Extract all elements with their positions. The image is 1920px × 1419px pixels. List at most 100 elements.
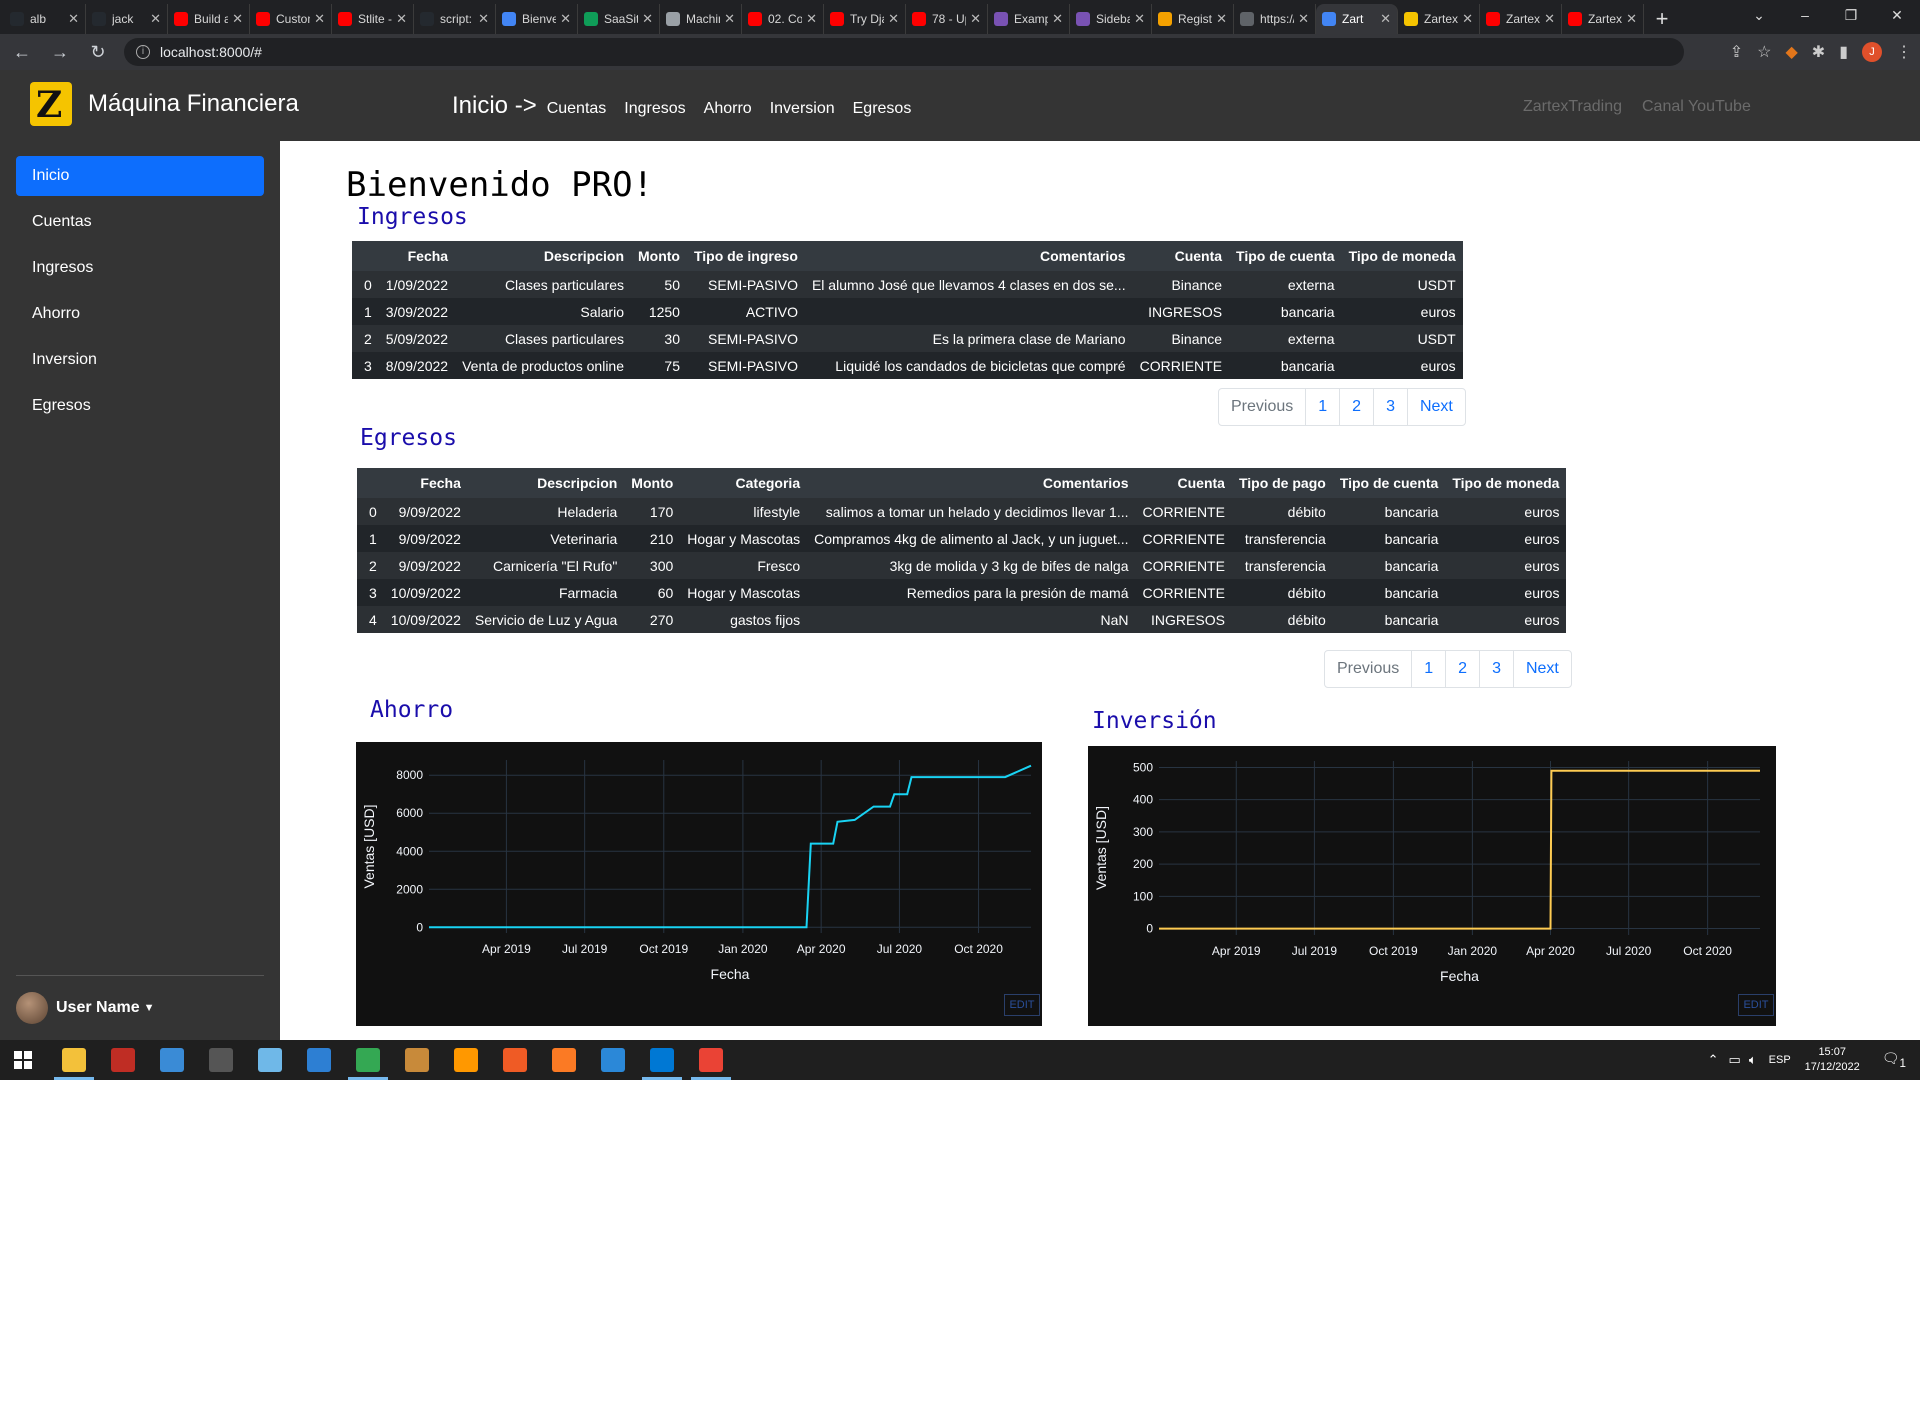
- network-icon[interactable]: ▭: [1729, 1052, 1741, 1068]
- tab-search-icon[interactable]: ⌄: [1736, 0, 1782, 34]
- remote-desktop-icon[interactable]: [601, 1048, 625, 1072]
- browser-tab[interactable]: https://✕: [1234, 4, 1316, 34]
- chart-edit-button[interactable]: EDIT: [1738, 994, 1774, 1016]
- language-indicator[interactable]: ESP: [1769, 1054, 1791, 1066]
- page-link-1[interactable]: 1: [1411, 651, 1445, 687]
- tab-close-icon[interactable]: ✕: [1380, 11, 1391, 27]
- page-link-1[interactable]: 1: [1305, 389, 1339, 425]
- tab-close-icon[interactable]: ✕: [1216, 11, 1227, 27]
- tab-close-icon[interactable]: ✕: [970, 11, 981, 27]
- minimize-button[interactable]: –: [1782, 0, 1828, 34]
- browser-tab[interactable]: SaaSitiv ✕: [578, 4, 660, 34]
- bookmark-star-icon[interactable]: ☆: [1757, 42, 1771, 62]
- page-link-next[interactable]: Next: [1406, 389, 1465, 425]
- tab-close-icon[interactable]: ✕: [806, 11, 817, 27]
- page-link-2[interactable]: 2: [1339, 389, 1373, 425]
- tab-close-icon[interactable]: ✕: [232, 11, 243, 27]
- site-info-icon[interactable]: i: [136, 45, 150, 59]
- user-menu[interactable]: User Name ▼: [16, 992, 155, 1024]
- tab-close-icon[interactable]: ✕: [724, 11, 735, 27]
- extensions-puzzle-icon[interactable]: ✱: [1812, 42, 1825, 62]
- browser-menu-icon[interactable]: ⋮: [1896, 42, 1912, 62]
- package-icon[interactable]: [405, 1048, 429, 1072]
- browser-tab[interactable]: Exampl ✕: [988, 4, 1070, 34]
- nav-egresos[interactable]: Egresos: [853, 100, 912, 118]
- browser-tab[interactable]: Machin ✕: [660, 4, 742, 34]
- windows-start-icon[interactable]: [14, 1051, 32, 1069]
- sidebar-item-cuentas[interactable]: Cuentas: [16, 202, 264, 242]
- sublime-icon[interactable]: [454, 1048, 478, 1072]
- chart-edit-button[interactable]: EDIT: [1004, 994, 1040, 1016]
- share-icon[interactable]: ⇪: [1730, 42, 1743, 62]
- browser-tab[interactable]: Try Djan ✕: [824, 4, 906, 34]
- browser-tab[interactable]: alb ✕: [4, 4, 86, 34]
- brand[interactable]: Z Máquina Financiera: [30, 82, 299, 126]
- sidebar-item-ingresos[interactable]: Ingresos: [16, 248, 264, 288]
- xampp-icon[interactable]: [552, 1048, 576, 1072]
- page-link-3[interactable]: 3: [1479, 651, 1513, 687]
- tab-close-icon[interactable]: ✕: [560, 11, 571, 27]
- tab-close-icon[interactable]: ✕: [396, 11, 407, 27]
- page-link-2[interactable]: 2: [1445, 651, 1479, 687]
- nav-cuentas[interactable]: Cuentas: [547, 100, 607, 118]
- browser-tab[interactable]: Custom ✕: [250, 4, 332, 34]
- chrome-profile-icon[interactable]: [699, 1048, 723, 1072]
- zartex-trading-link[interactable]: ZartexTrading: [1523, 98, 1622, 116]
- new-tab-button[interactable]: +: [1644, 4, 1680, 34]
- page-link-3[interactable]: 3: [1373, 389, 1407, 425]
- chrome-icon[interactable]: [356, 1048, 380, 1072]
- tab-close-icon[interactable]: ✕: [314, 11, 325, 27]
- vscode-icon[interactable]: [650, 1048, 674, 1072]
- browser-tab[interactable]: script: c ✕: [414, 4, 496, 34]
- file-explorer-icon[interactable]: [62, 1048, 86, 1072]
- terminal-icon[interactable]: [209, 1048, 233, 1072]
- tab-close-icon[interactable]: ✕: [1626, 11, 1637, 27]
- browser-tab[interactable]: 78 - Up ✕: [906, 4, 988, 34]
- restore-button[interactable]: ❐: [1828, 0, 1874, 34]
- back-button[interactable]: ←: [6, 42, 38, 63]
- forward-button[interactable]: →: [44, 42, 76, 63]
- git-icon[interactable]: [160, 1048, 184, 1072]
- volume-icon[interactable]: 🔈︎: [1749, 1052, 1757, 1068]
- profile-avatar[interactable]: J: [1862, 42, 1882, 62]
- reload-button[interactable]: ↻: [82, 42, 114, 63]
- tab-close-icon[interactable]: ✕: [68, 11, 79, 27]
- browser-tab[interactable]: Build an ✕: [168, 4, 250, 34]
- browser-tab[interactable]: 02. Con ✕: [742, 4, 824, 34]
- sidebar-item-inicio[interactable]: Inicio: [16, 156, 264, 196]
- tab-close-icon[interactable]: ✕: [1052, 11, 1063, 27]
- browser-tab[interactable]: Stlite - S✕: [332, 4, 414, 34]
- url-input[interactable]: i localhost:8000/#: [124, 38, 1684, 66]
- youtube-channel-link[interactable]: Canal YouTube: [1642, 98, 1751, 116]
- tab-close-icon[interactable]: ✕: [150, 11, 161, 27]
- browser-tab[interactable]: Bienven ✕: [496, 4, 578, 34]
- browser-tab[interactable]: jack ✕: [86, 4, 168, 34]
- notifications-icon[interactable]: 🗨︎1: [1882, 1050, 1906, 1070]
- clock[interactable]: 15:07 17/12/2022: [1805, 1045, 1860, 1075]
- side-panel-icon[interactable]: ▮: [1839, 42, 1848, 62]
- browser-tab[interactable]: Zart ✕: [1316, 4, 1398, 34]
- browser-tab[interactable]: Sidebar ✕: [1070, 4, 1152, 34]
- notepad-icon[interactable]: [258, 1048, 282, 1072]
- nav-ingresos[interactable]: Ingresos: [624, 100, 685, 118]
- close-window-button[interactable]: ✕: [1874, 0, 1920, 34]
- browser-tab[interactable]: Zartex -✕: [1562, 4, 1644, 34]
- browser-tab[interactable]: Registro✕: [1152, 4, 1234, 34]
- tab-close-icon[interactable]: ✕: [642, 11, 653, 27]
- page-link-next[interactable]: Next: [1512, 651, 1571, 687]
- nav-inversion[interactable]: Inversion: [770, 100, 835, 118]
- page-link-previous[interactable]: Previous: [1325, 651, 1411, 687]
- browser-tab[interactable]: Zartex -✕: [1480, 4, 1562, 34]
- sidebar-item-egresos[interactable]: Egresos: [16, 386, 264, 426]
- nav-home[interactable]: Inicio ->: [452, 92, 537, 120]
- tab-close-icon[interactable]: ✕: [888, 11, 899, 27]
- sidebar-item-ahorro[interactable]: Ahorro: [16, 294, 264, 334]
- sidebar-item-inversion[interactable]: Inversion: [16, 340, 264, 380]
- tab-close-icon[interactable]: ✕: [1544, 11, 1555, 27]
- tab-close-icon[interactable]: ✕: [1134, 11, 1145, 27]
- tab-close-icon[interactable]: ✕: [478, 11, 489, 27]
- tray-overflow-icon[interactable]: ⌃: [1708, 1052, 1719, 1068]
- tab-close-icon[interactable]: ✕: [1298, 11, 1309, 27]
- page-link-previous[interactable]: Previous: [1219, 389, 1305, 425]
- metamask-extension-icon[interactable]: ◆: [1785, 42, 1797, 62]
